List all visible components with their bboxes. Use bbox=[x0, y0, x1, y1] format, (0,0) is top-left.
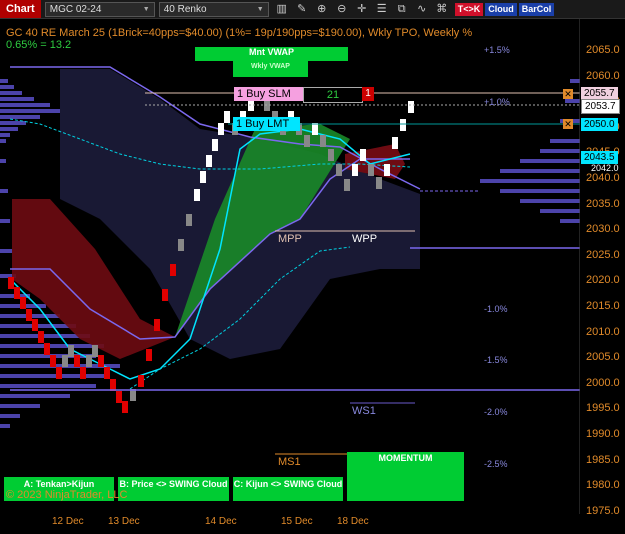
close-order-icon[interactable]: ✕ bbox=[563, 119, 573, 129]
pct-label: -1.5% bbox=[484, 355, 508, 365]
price-axis-label: 1975.0 bbox=[586, 504, 620, 517]
mpp-label: MPP bbox=[278, 233, 302, 245]
date-label: 14 Dec bbox=[205, 516, 237, 527]
pct-label: +1.5% bbox=[484, 45, 510, 55]
chart-tab[interactable]: Chart bbox=[0, 0, 41, 18]
price-tag-mid: 2050.0 bbox=[581, 118, 618, 131]
zoom-out-icon[interactable]: ⊖ bbox=[335, 2, 349, 16]
ws1-label: WS1 bbox=[352, 405, 376, 417]
pencil-icon[interactable]: ✎ bbox=[295, 2, 309, 16]
price-axis-label: 2030.0 bbox=[586, 223, 620, 236]
chart-title: GC 40 RE March 25 (1Brick=40pps=$40.00) … bbox=[6, 27, 473, 39]
price-tag-last: 2053.7 bbox=[581, 99, 620, 114]
wpp-label: WPP bbox=[352, 233, 378, 245]
price-axis-label: 1990.0 bbox=[586, 428, 620, 440]
kijun-swing-cloud-button[interactable]: C: Kijun <> SWING Cloud bbox=[233, 477, 343, 501]
price-axis-label: 2035.0 bbox=[586, 197, 620, 210]
properties-icon[interactable]: ⧉ bbox=[395, 2, 409, 16]
bar-type-value: 40 Renko bbox=[163, 3, 207, 15]
wkly-vwap-label: Wkly VWAP bbox=[233, 61, 308, 77]
chevron-down-icon: ▼ bbox=[142, 5, 150, 13]
barcol-toggle-button[interactable]: BarCol bbox=[518, 2, 555, 16]
tk-toggle-button[interactable]: T<>K bbox=[454, 2, 484, 16]
order-count[interactable]: 1 bbox=[362, 87, 374, 101]
chart-trader-icon[interactable]: ∿ bbox=[415, 2, 429, 16]
price-axis-label: 2010.0 bbox=[586, 325, 620, 338]
date-label: 18 Dec bbox=[337, 516, 369, 527]
bar-type-selector[interactable]: 40 Renko ▼ bbox=[158, 1, 269, 17]
order-buy-slm[interactable]: 1 Buy SLM bbox=[234, 87, 305, 101]
price-axis-label: 2000.0 bbox=[586, 376, 620, 389]
date-label: 13 Dec bbox=[108, 516, 140, 527]
bars-icon[interactable]: ▥ bbox=[275, 2, 289, 16]
momentum-panel: MOMENTUM bbox=[347, 452, 464, 501]
copyright-text: © 2023 NinjaTrader, LLC bbox=[6, 489, 128, 501]
price-axis-label: 2060.0 bbox=[586, 69, 620, 82]
price-tag-small: 2042.0 bbox=[591, 163, 619, 173]
date-label: 12 Dec bbox=[52, 516, 84, 527]
mnt-vwap-label: Mnt VWAP bbox=[195, 47, 348, 61]
instrument-selector[interactable]: MGC 02-24 ▼ bbox=[44, 1, 155, 17]
price-axis-label: 2025.0 bbox=[586, 248, 620, 261]
price-axis-label: 2020.0 bbox=[586, 274, 620, 287]
pct-label: -2.5% bbox=[484, 459, 508, 469]
price-swing-cloud-button[interactable]: B: Price <> SWING Cloud bbox=[118, 477, 229, 501]
date-label: 15 Dec bbox=[281, 516, 313, 527]
pct-label: -2.0% bbox=[484, 407, 508, 417]
crosshair-icon[interactable]: ✛ bbox=[355, 2, 369, 16]
order-buy-lmt[interactable]: 1 Buy LMT bbox=[233, 117, 300, 131]
list-icon[interactable]: ☰ bbox=[375, 2, 389, 16]
strategy-icon[interactable]: ⌘ bbox=[435, 2, 449, 16]
pct-label: +1.0% bbox=[484, 97, 510, 107]
ms1-label: MS1 bbox=[278, 456, 301, 468]
chart-toolbar: Chart MGC 02-24 ▼ 40 Renko ▼ ▥ ✎ ⊕ ⊖ ✛ ☰… bbox=[0, 0, 625, 19]
instrument-value: MGC 02-24 bbox=[49, 3, 102, 15]
chart-percent-readout: 0.65% = 13.2 bbox=[6, 39, 72, 51]
pct-label: -1.0% bbox=[484, 304, 508, 314]
zoom-in-icon[interactable]: ⊕ bbox=[315, 2, 329, 16]
chevron-down-icon: ▼ bbox=[256, 5, 264, 13]
price-axis-label: 2065.0 bbox=[586, 44, 620, 56]
price-axis-label: 2005.0 bbox=[586, 351, 620, 364]
price-axis-label: 1995.0 bbox=[586, 402, 620, 415]
close-order-icon[interactable]: ✕ bbox=[563, 89, 573, 99]
price-axis-label: 1985.0 bbox=[586, 453, 620, 466]
price-axis-label: 1980.0 bbox=[586, 479, 620, 492]
order-quantity[interactable]: 21 bbox=[303, 87, 363, 103]
price-axis-label: 2015.0 bbox=[586, 300, 620, 312]
cloud-toggle-button[interactable]: Cloud bbox=[485, 2, 517, 16]
